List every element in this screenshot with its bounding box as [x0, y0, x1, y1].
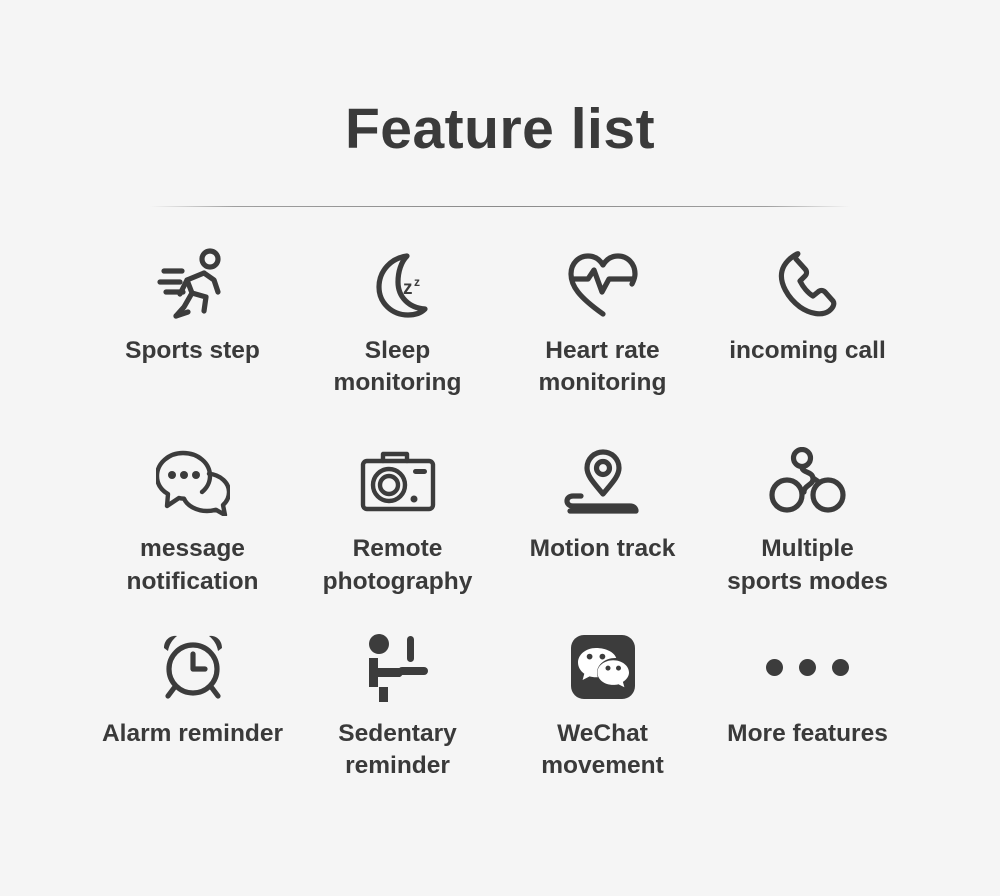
feature-grid-row-2: message notification Remote photography [90, 399, 910, 598]
feature-grid-row-1: Sports step z z Sleep monitoring Heart r… [90, 207, 910, 400]
feature-item-remote-photography[interactable]: Remote photography [295, 425, 500, 598]
camera-icon [355, 445, 441, 519]
feature-item-wechat-movement[interactable]: WeChat movement [500, 624, 705, 783]
person-at-desk-icon [355, 630, 441, 704]
crescent-moon-zzz-icon: z z [355, 247, 441, 321]
feature-item-more-features[interactable]: More features [705, 624, 910, 783]
page-title: Feature list [344, 97, 656, 161]
feature-label: incoming call [729, 336, 886, 364]
feature-item-sedentary-reminder[interactable]: Sedentary reminder [295, 624, 500, 783]
feature-label: Sleep monitoring [333, 336, 462, 397]
feature-item-alarm-reminder[interactable]: Alarm reminder [90, 624, 295, 783]
dot-1 [766, 658, 783, 676]
feature-item-multiple-sports-modes[interactable]: Multiple sports modes [705, 425, 910, 598]
svg-text:z: z [403, 278, 413, 299]
ellipsis-dots-icon [765, 630, 851, 704]
feature-item-motion-track[interactable]: Motion track [500, 425, 705, 598]
svg-text:z: z [414, 275, 420, 289]
dot-3 [832, 658, 849, 676]
bicycle-icon [765, 445, 851, 519]
speech-bubbles-icon [150, 445, 236, 519]
map-pin-path-icon [560, 445, 646, 519]
feature-item-incoming-call[interactable]: incoming call [705, 233, 910, 400]
heart-pulse-icon [560, 247, 646, 321]
feature-item-message-notification[interactable]: message notification [90, 425, 295, 598]
feature-label: WeChat movement [541, 720, 664, 780]
wechat-logo-icon [560, 630, 646, 704]
feature-label: Sedentary reminder [338, 720, 457, 780]
alarm-clock-icon [150, 630, 236, 704]
feature-label: Alarm reminder [101, 720, 284, 747]
feature-label: message notification [126, 535, 259, 595]
feature-item-heart-rate-monitoring[interactable]: Heart rate monitoring [500, 233, 705, 400]
feature-label: Multiple sports modes [727, 535, 888, 595]
feature-label: More features [727, 720, 888, 747]
dot-2 [799, 658, 816, 676]
feature-label: Motion track [529, 535, 676, 563]
phone-handset-icon [765, 247, 851, 321]
feature-item-sleep-monitoring[interactable]: z z Sleep monitoring [295, 233, 500, 400]
feature-list-page: Feature list Sports step z z Sleep monit… [0, 0, 1000, 896]
feature-grid-row-3: Alarm reminder Sedentary reminder WeChat… [90, 598, 910, 783]
feature-label: Remote photography [322, 535, 473, 595]
feature-item-sports-step[interactable]: Sports step [90, 233, 295, 400]
feature-label: Heart rate monitoring [538, 336, 667, 397]
feature-label: Sports step [125, 336, 260, 364]
running-figure-icon [150, 247, 236, 321]
